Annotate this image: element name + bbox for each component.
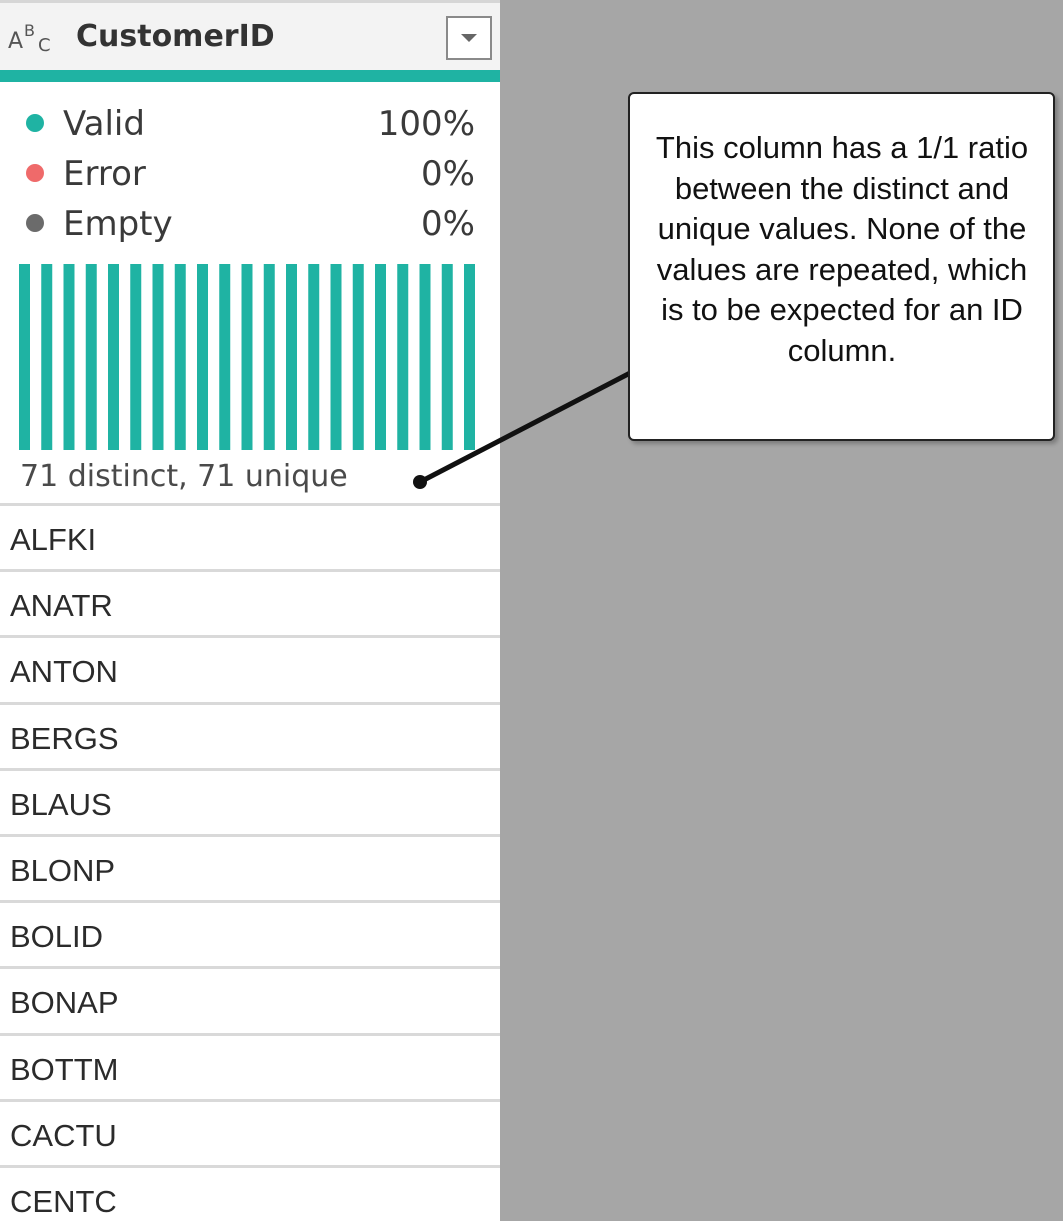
connector-dot [413, 475, 427, 489]
callout-text: This column has a 1/1 ratio between the … [655, 130, 1029, 368]
annotation-callout: This column has a 1/1 ratio between the … [628, 92, 1055, 441]
connector-line [418, 369, 634, 485]
